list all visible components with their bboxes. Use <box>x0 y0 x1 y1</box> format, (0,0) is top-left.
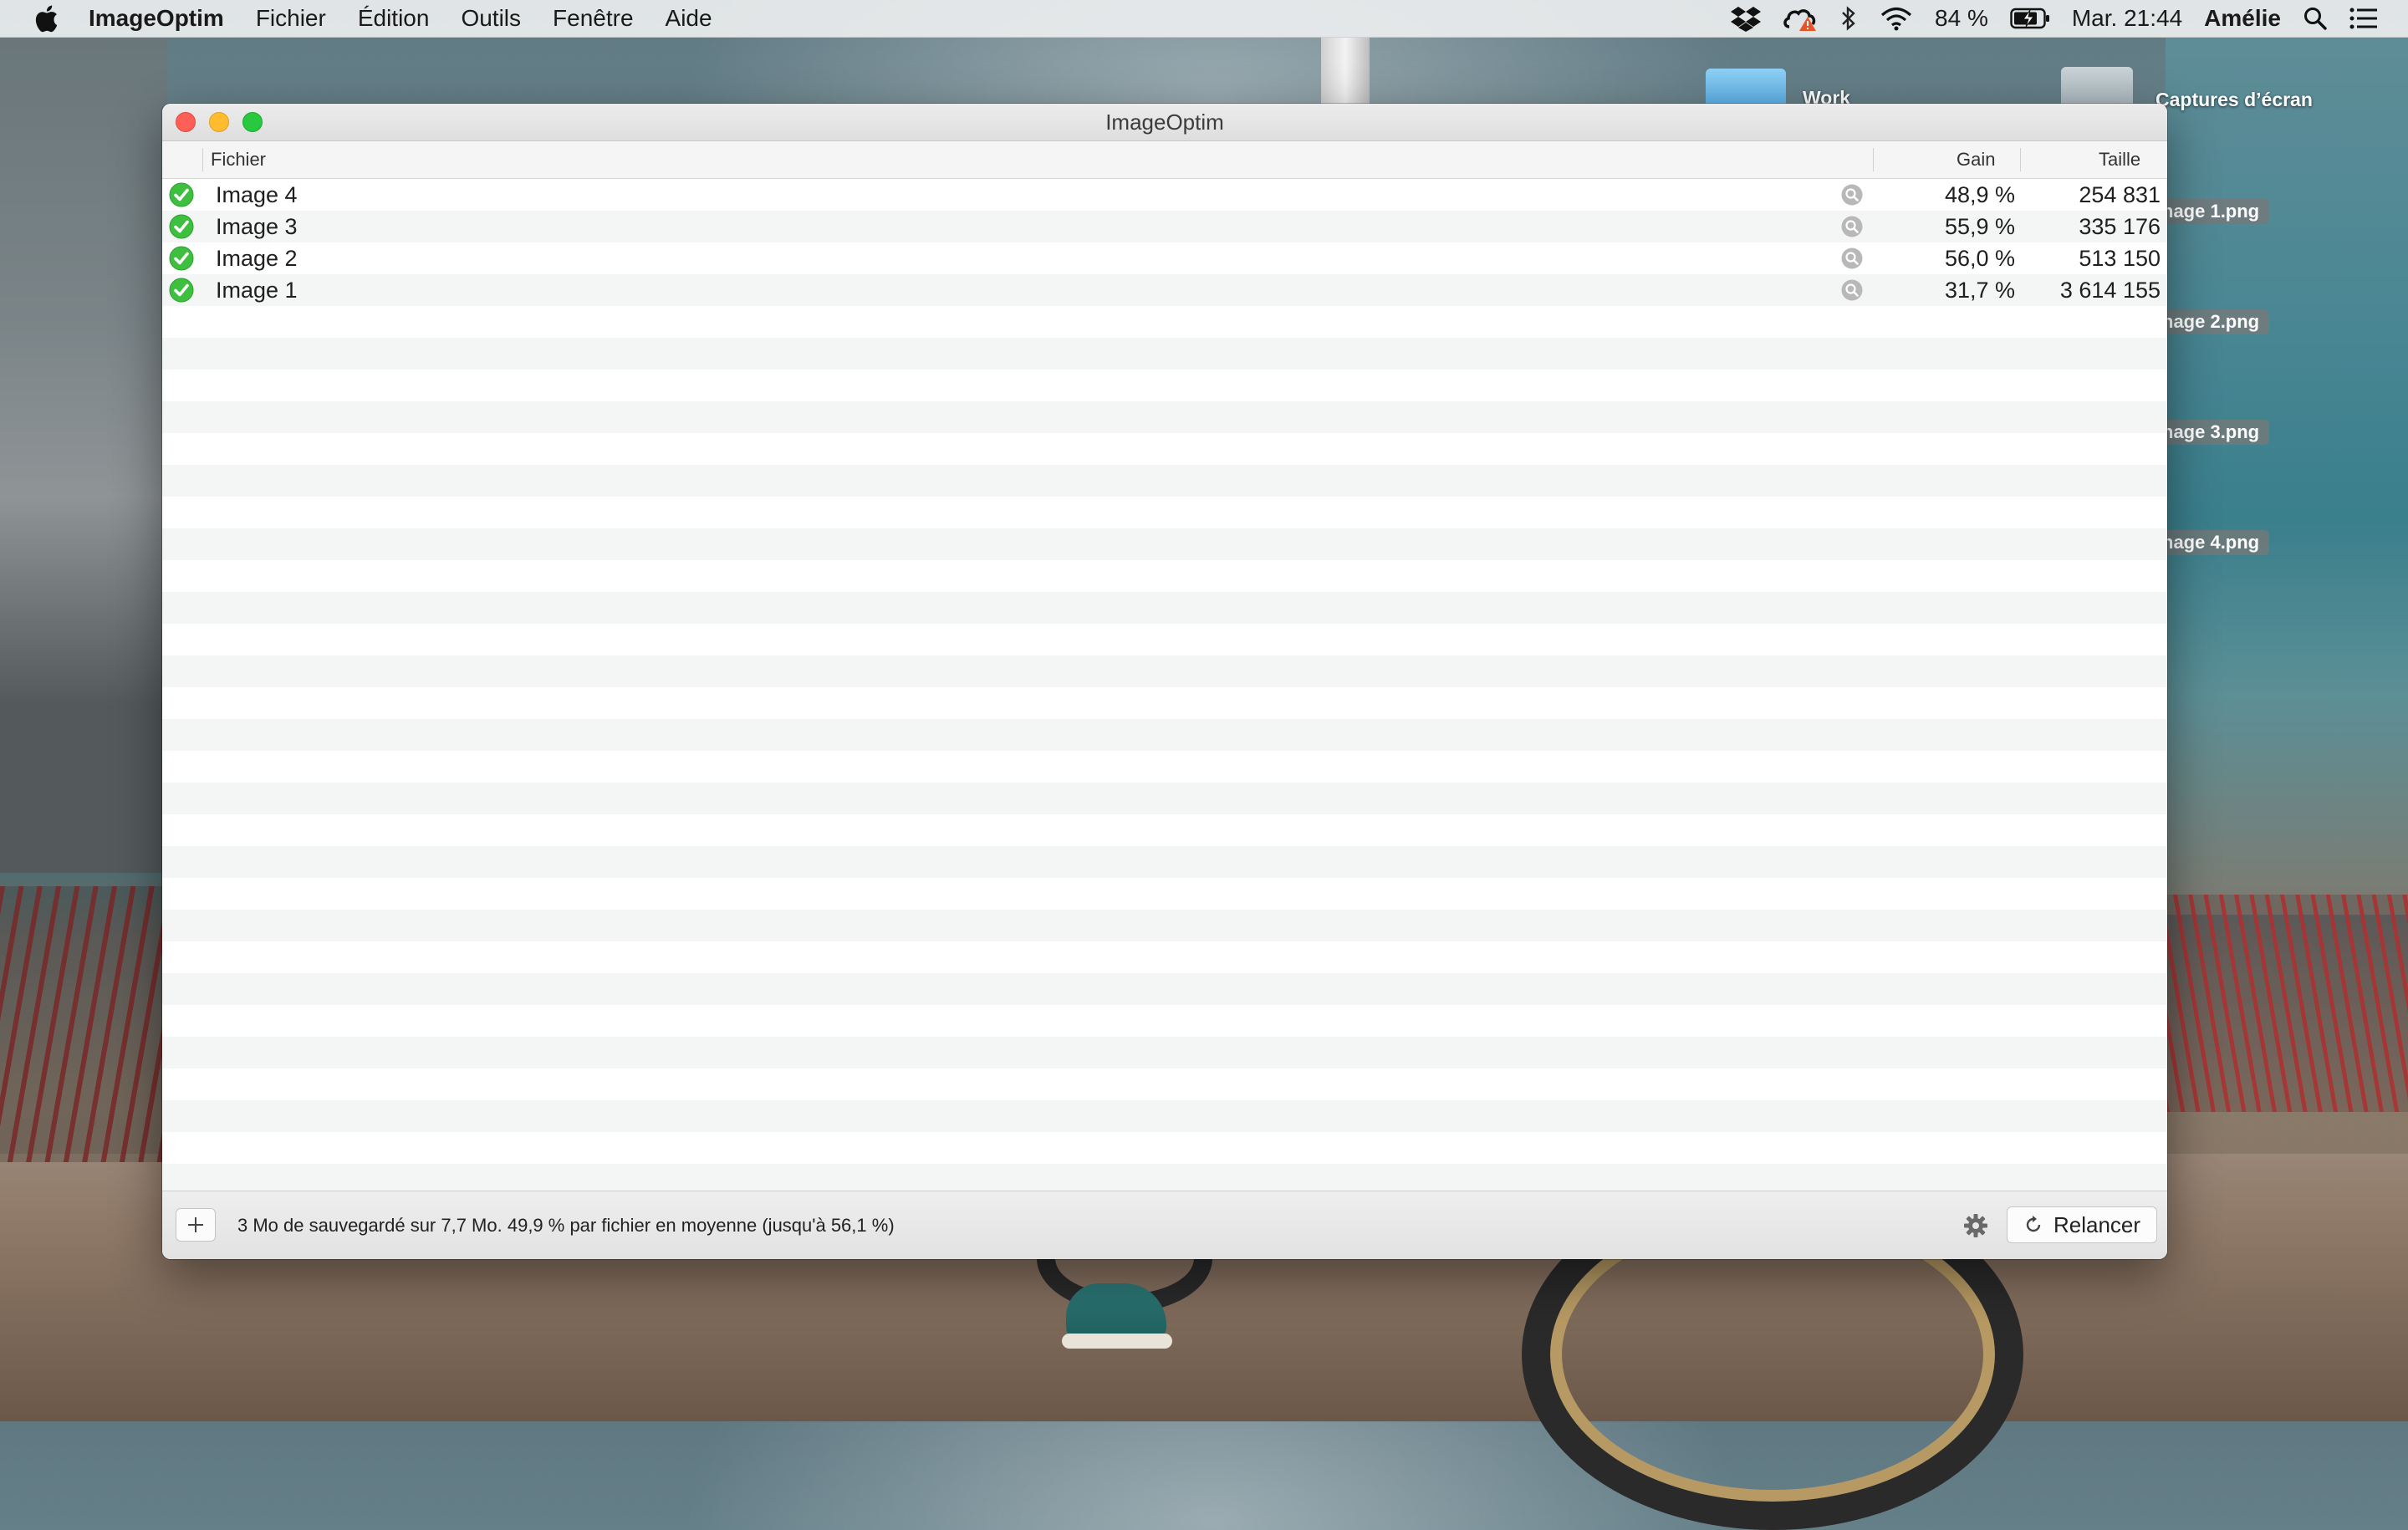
menubar-clock[interactable]: Mar. 21:44 <box>2072 0 2182 37</box>
table-row[interactable]: Image 2 56,0 % 513 150 <box>162 242 2167 274</box>
menu-edition[interactable]: Édition <box>358 0 430 37</box>
table-row[interactable]: Image 3 55,9 % 335 176 <box>162 211 2167 242</box>
imageoptim-window: ImageOptim Fichier Gain Taille Image 4 4… <box>162 104 2167 1259</box>
table-row[interactable]: Image 4 48,9 % 254 831 <box>162 179 2167 211</box>
column-header-gain[interactable]: Gain <box>1956 141 1995 178</box>
menu-aide[interactable]: Aide <box>666 0 712 37</box>
gear-icon[interactable] <box>1963 1213 1988 1238</box>
add-files-button[interactable] <box>176 1208 216 1242</box>
apple-icon[interactable] <box>33 4 59 33</box>
file-name: Image 1 <box>216 278 298 303</box>
status-done-icon <box>169 278 194 303</box>
menu-fenetre[interactable]: Fenêtre <box>553 0 634 37</box>
status-done-icon <box>169 246 194 271</box>
desktop-folder-screenshots-icon[interactable] <box>2061 67 2133 105</box>
menu-outils[interactable]: Outils <box>461 0 521 37</box>
battery-icon[interactable] <box>2010 0 2050 37</box>
creative-cloud-icon[interactable] <box>1783 0 1818 37</box>
desktop-folder-screenshots-label[interactable]: Captures d’écran <box>2155 89 2313 111</box>
file-list[interactable]: Image 4 48,9 % 254 831 Image 3 55,9 % 33… <box>162 179 2167 1191</box>
wallpaper-fence-right <box>2166 895 2408 1112</box>
desktop-file-2[interactable]: nage 2.png <box>2162 309 2270 334</box>
file-name: Image 4 <box>216 182 298 207</box>
desktop-file-3[interactable]: nage 3.png <box>2162 420 2270 445</box>
file-size: 335 176 <box>2079 214 2161 239</box>
spotlight-icon[interactable] <box>2303 0 2328 37</box>
wallpaper-sneaker-sole <box>1062 1334 1172 1349</box>
window-titlebar[interactable]: ImageOptim <box>162 104 2167 141</box>
file-gain: 48,9 % <box>1944 182 2015 207</box>
savings-summary: 3 Mo de sauvegardé sur 7,7 Mo. 49,9 % pa… <box>237 1215 895 1236</box>
window-close-button[interactable] <box>176 112 196 132</box>
quick-look-icon[interactable] <box>1841 184 1863 206</box>
menu-fichier[interactable]: Fichier <box>256 0 326 37</box>
refresh-icon <box>2026 1216 2041 1232</box>
status-done-icon <box>169 214 194 239</box>
bluetooth-icon[interactable] <box>1839 0 1858 37</box>
table-row[interactable]: Image 1 31,7 % 3 614 155 <box>162 274 2167 306</box>
relaunch-button[interactable]: Relancer <box>2007 1206 2157 1243</box>
status-done-icon <box>169 182 194 207</box>
table-header: Fichier Gain Taille <box>162 141 2167 179</box>
window-minimize-button[interactable] <box>209 112 229 132</box>
column-header-file[interactable]: Fichier <box>211 141 266 178</box>
battery-percentage[interactable]: 84 % <box>1935 0 1988 37</box>
file-size: 513 150 <box>2079 246 2161 271</box>
quick-look-icon[interactable] <box>1841 247 1863 269</box>
wallpaper-sky-left <box>0 37 167 873</box>
quick-look-icon[interactable] <box>1841 279 1863 301</box>
file-name: Image 2 <box>216 246 298 271</box>
column-separator[interactable] <box>1873 148 1874 171</box>
desktop-folder-work-icon[interactable] <box>1706 69 1786 105</box>
wifi-icon[interactable] <box>1880 0 1913 37</box>
file-gain: 31,7 % <box>1944 278 2015 303</box>
column-header-size[interactable]: Taille <box>2099 141 2140 178</box>
column-separator[interactable] <box>2020 148 2021 171</box>
notification-center-icon[interactable] <box>2349 0 2378 37</box>
file-size: 254 831 <box>2079 182 2161 207</box>
window-title: ImageOptim <box>1105 109 1224 135</box>
dropbox-icon[interactable] <box>1731 0 1762 37</box>
plus-icon <box>188 1217 203 1232</box>
column-separator[interactable] <box>202 148 203 171</box>
window-footer: 3 Mo de sauvegardé sur 7,7 Mo. 49,9 % pa… <box>162 1191 2167 1259</box>
desktop-file-1[interactable]: nage 1.png <box>2162 199 2270 224</box>
desktop-file-4[interactable]: nage 4.png <box>2162 530 2270 555</box>
menu-app-name[interactable]: ImageOptim <box>89 0 224 37</box>
file-gain: 56,0 % <box>1944 246 2015 271</box>
file-gain: 55,9 % <box>1944 214 2015 239</box>
menubar-user[interactable]: Amélie <box>2204 0 2281 37</box>
relaunch-label: Relancer <box>2053 1211 2141 1237</box>
quick-look-icon[interactable] <box>1841 216 1863 237</box>
wallpaper-fence-left <box>0 886 167 1162</box>
menu-bar: ImageOptim Fichier Édition Outils Fenêtr… <box>0 0 2408 38</box>
file-name: Image 3 <box>216 214 298 239</box>
wallpaper-sky-right <box>2166 37 2408 915</box>
window-maximize-button[interactable] <box>242 112 263 132</box>
file-size: 3 614 155 <box>2059 278 2161 303</box>
wallpaper-pole <box>1321 37 1370 104</box>
